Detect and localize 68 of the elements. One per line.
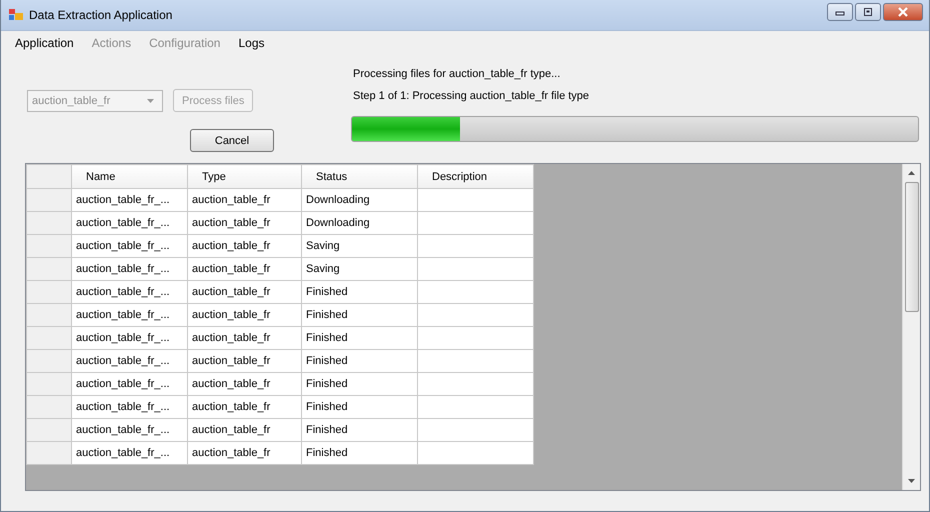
table-cell: auction_table_fr <box>188 188 302 212</box>
table-cell: Finished <box>302 350 418 372</box>
table-cell: Finished <box>302 418 418 442</box>
table-cell: Finished <box>302 442 418 464</box>
table-cell: auction_table_fr <box>188 442 302 464</box>
table-cell: auction_table_fr <box>188 234 302 258</box>
table-cell: Saving <box>302 258 418 280</box>
row-header[interactable] <box>26 280 72 304</box>
row-header[interactable] <box>26 326 72 350</box>
close-button[interactable] <box>883 3 923 21</box>
window-title: Data Extraction Application <box>29 8 174 22</box>
row-header[interactable] <box>26 442 72 464</box>
table-cell: Saving <box>302 234 418 258</box>
table-cell: auction_table_fr_... <box>72 234 188 258</box>
table-cell: auction_table_fr_... <box>72 304 188 326</box>
table-cell: auction_table_fr <box>188 258 302 280</box>
column-header[interactable]: Status <box>302 164 418 188</box>
table-cell: auction_table_fr <box>188 418 302 442</box>
table-cell: auction_table_fr_... <box>72 258 188 280</box>
table-cell: Downloading <box>302 188 418 212</box>
row-header[interactable] <box>26 396 72 418</box>
table-cell: auction_table_fr_... <box>72 280 188 304</box>
table-cell: auction_table_fr <box>188 212 302 234</box>
scroll-up-icon[interactable] <box>908 171 915 175</box>
table-cell: auction_table_fr_... <box>72 418 188 442</box>
table-cell: auction_table_fr_... <box>72 442 188 464</box>
table-cell: auction_table_fr_... <box>72 396 188 418</box>
table-cell: Downloading <box>302 212 418 234</box>
status-text: Processing files for auction_table_fr type... <box>353 67 562 82</box>
table-cell: auction_table_fr <box>188 280 302 304</box>
cancel-button[interactable]: Cancel <box>190 129 274 152</box>
vertical-scrollbar[interactable] <box>902 164 920 490</box>
table-cell: Finished <box>302 326 418 350</box>
table-cell: auction_table_fr <box>188 372 302 396</box>
scroll-down-icon[interactable] <box>908 479 915 483</box>
menu-item[interactable]: Application <box>15 36 74 50</box>
row-header[interactable] <box>26 304 72 326</box>
status-text: Step 1 of 1: Processing auction_table_fr file type <box>353 89 590 104</box>
row-header[interactable] <box>26 258 72 280</box>
caret-icon <box>147 98 154 102</box>
table-cell: Finished <box>302 396 418 418</box>
table-cell: auction_table_fr <box>188 304 302 326</box>
column-header[interactable]: Description <box>418 164 534 188</box>
table-cell: auction_table_fr_... <box>72 326 188 350</box>
table-cell: auction_table_fr_... <box>72 372 188 396</box>
table-cell: Finished <box>302 304 418 326</box>
row-header[interactable] <box>26 350 72 372</box>
menu-item[interactable]: Logs <box>238 36 264 50</box>
row-header[interactable] <box>26 212 72 234</box>
column-header[interactable]: Name <box>72 164 188 188</box>
table-cell: auction_table_fr_... <box>72 350 188 372</box>
row-header[interactable] <box>26 188 72 212</box>
column-header[interactable]: Type <box>188 164 302 188</box>
close-icon <box>897 7 909 17</box>
row-header[interactable] <box>26 234 72 258</box>
table-cell: auction_table_fr_... <box>72 212 188 234</box>
row-header[interactable] <box>26 418 72 442</box>
table-cell: Finished <box>302 372 418 396</box>
maximize-icon <box>862 7 874 17</box>
table-cell: auction_table_fr_... <box>72 188 188 212</box>
table-cell: auction_table_fr <box>188 326 302 350</box>
table-cell: auction_table_fr <box>188 350 302 372</box>
minimize-button[interactable] <box>827 3 853 21</box>
maximize-button[interactable] <box>855 3 881 21</box>
row-header[interactable] <box>26 372 72 396</box>
table-cell: Finished <box>302 280 418 304</box>
window-icon <box>9 8 23 22</box>
table-cell: auction_table_fr <box>188 396 302 418</box>
